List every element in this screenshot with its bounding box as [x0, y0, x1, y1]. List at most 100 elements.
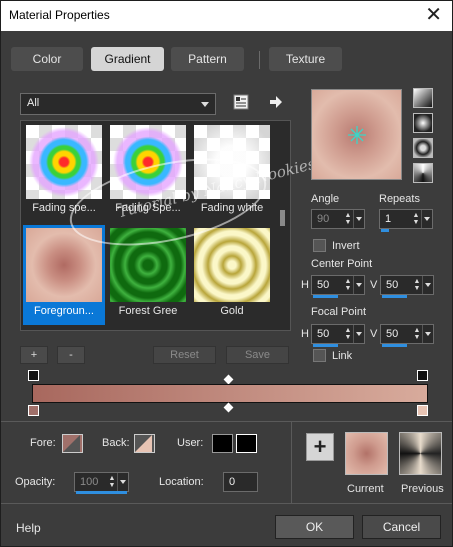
- previous-material-swatch[interactable]: [399, 432, 442, 475]
- rectangular-style-icon[interactable]: [413, 113, 433, 133]
- center-point-label: Center Point: [311, 258, 373, 270]
- opacity-spinbox[interactable]: 100 ▲ ▼: [74, 472, 129, 492]
- add-gradient-button[interactable]: +: [20, 346, 48, 364]
- gallery-scrollbar[interactable]: [277, 122, 287, 329]
- fore-label: Fore:: [30, 437, 56, 449]
- ok-button[interactable]: OK: [275, 515, 354, 539]
- invert-label: Invert: [332, 240, 360, 252]
- up-down-icon[interactable]: ▲ ▼: [344, 278, 352, 292]
- arrow-right-icon[interactable]: [269, 95, 283, 112]
- gallery-tile-label: Foregroun...: [34, 305, 94, 317]
- repeats-value: 1: [385, 213, 392, 225]
- fore-color-swatch[interactable]: [62, 434, 83, 453]
- gallery-tile[interactable]: Gold: [191, 225, 273, 325]
- up-down-icon[interactable]: ▲ ▼: [413, 278, 421, 292]
- current-material-swatch[interactable]: [345, 432, 388, 475]
- gradient-editor-bar[interactable]: [32, 384, 428, 403]
- repeats-label: Repeats: [379, 193, 420, 205]
- category-select[interactable]: All: [20, 93, 216, 115]
- scrollbar-thumb[interactable]: [280, 210, 285, 226]
- center-h-slider-bar[interactable]: [313, 295, 338, 298]
- current-label: Current: [347, 483, 384, 495]
- user-label: User:: [177, 437, 204, 449]
- sunburst-style-icon[interactable]: [413, 163, 433, 183]
- angle-value: 90: [317, 213, 330, 225]
- linear-style-icon[interactable]: [413, 88, 433, 108]
- window-title: Material Properties: [9, 8, 110, 22]
- center-v-slider-bar[interactable]: [382, 295, 407, 298]
- opacity-slider-bar[interactable]: [76, 491, 127, 494]
- angle-spinbox[interactable]: 90 ▲ ▼: [311, 209, 365, 229]
- reset-button[interactable]: Reset: [153, 346, 216, 364]
- center-v-spinbox[interactable]: 50 ▲ ▼: [380, 275, 434, 295]
- chevron-down-icon[interactable]: [353, 276, 364, 294]
- focal-v-label: V: [370, 328, 378, 340]
- center-v-value: 50: [386, 279, 399, 291]
- midpoint-diamond-top[interactable]: [223, 374, 234, 385]
- center-h-spinbox[interactable]: 50 ▲ ▼: [311, 275, 365, 295]
- tab-texture[interactable]: Texture: [269, 47, 342, 71]
- tab-gradient[interactable]: Gradient: [91, 47, 164, 71]
- radial-style-icon[interactable]: [413, 138, 433, 158]
- link-label: Link: [332, 350, 353, 362]
- up-down-icon[interactable]: ▲ ▼: [413, 327, 421, 341]
- top-start-marker[interactable]: [28, 370, 39, 381]
- repeats-spinbox[interactable]: 1 ▲ ▼: [379, 209, 433, 229]
- chevron-down-icon[interactable]: [353, 210, 364, 228]
- up-down-icon[interactable]: ▲ ▼: [344, 327, 352, 341]
- gradient-preview[interactable]: [311, 89, 402, 180]
- center-point-icon: [348, 126, 366, 144]
- tab-color[interactable]: Color: [11, 47, 83, 71]
- invert-checkbox[interactable]: [313, 239, 326, 252]
- chevron-down-icon[interactable]: [422, 325, 433, 343]
- title-bar: Material Properties ✕: [1, 1, 452, 31]
- chevron-down-icon[interactable]: [353, 325, 364, 343]
- location-label: Location:: [159, 476, 204, 488]
- focal-v-spinbox[interactable]: 50 ▲ ▼: [380, 324, 434, 344]
- section-divider: [1, 421, 452, 422]
- angle-label: Angle: [311, 193, 340, 205]
- focal-v-value: 50: [386, 328, 399, 340]
- tab-bar: Color Gradient Pattern Texture: [1, 41, 452, 71]
- location-value: 0: [229, 476, 236, 488]
- focal-h-spinbox[interactable]: 50 ▲ ▼: [311, 324, 365, 344]
- close-icon[interactable]: ✕: [425, 3, 442, 27]
- location-field[interactable]: 0: [223, 472, 258, 492]
- chevron-down-icon[interactable]: [422, 276, 433, 294]
- center-v-label: V: [370, 279, 378, 291]
- back-label: Back:: [102, 437, 130, 449]
- gallery-tile-label: Gold: [220, 305, 244, 317]
- focal-h-label: H: [301, 328, 309, 340]
- cancel-button[interactable]: Cancel: [362, 515, 441, 539]
- add-to-swatches-button[interactable]: +: [306, 433, 334, 461]
- user-color-swatch-1[interactable]: [212, 434, 233, 453]
- remove-gradient-button[interactable]: -: [57, 346, 85, 364]
- focal-h-slider-bar[interactable]: [313, 344, 338, 347]
- focal-h-value: 50: [317, 328, 330, 340]
- link-checkbox[interactable]: [313, 349, 326, 362]
- repeats-slider-bar[interactable]: [381, 229, 389, 232]
- up-down-icon[interactable]: ▲ ▼: [344, 212, 352, 226]
- chevron-down-icon[interactable]: [117, 473, 128, 491]
- rainbow-checker-swatch-icon: [26, 125, 102, 199]
- help-link[interactable]: Help: [16, 521, 41, 535]
- back-stop-marker[interactable]: [417, 405, 428, 416]
- tab-separator: [259, 51, 260, 69]
- user-color-swatch-2[interactable]: [236, 434, 257, 453]
- library-icon[interactable]: [233, 94, 249, 113]
- focal-v-slider-bar[interactable]: [382, 344, 407, 347]
- top-end-marker[interactable]: [417, 370, 428, 381]
- back-color-swatch[interactable]: [134, 434, 155, 453]
- fore-stop-marker[interactable]: [28, 405, 39, 416]
- footer-divider: [1, 503, 452, 504]
- category-select-value: All: [27, 97, 40, 109]
- chevron-down-icon[interactable]: [421, 210, 432, 228]
- up-down-icon[interactable]: ▲ ▼: [412, 212, 420, 226]
- tab-pattern[interactable]: Pattern: [171, 47, 244, 71]
- previous-label: Previous: [401, 483, 444, 495]
- midpoint-diamond-bottom[interactable]: [223, 402, 234, 413]
- vertical-divider: [291, 421, 292, 503]
- up-down-icon[interactable]: ▲ ▼: [108, 475, 116, 489]
- opacity-label: Opacity:: [15, 476, 56, 488]
- save-gradient-button[interactable]: Save: [226, 346, 289, 364]
